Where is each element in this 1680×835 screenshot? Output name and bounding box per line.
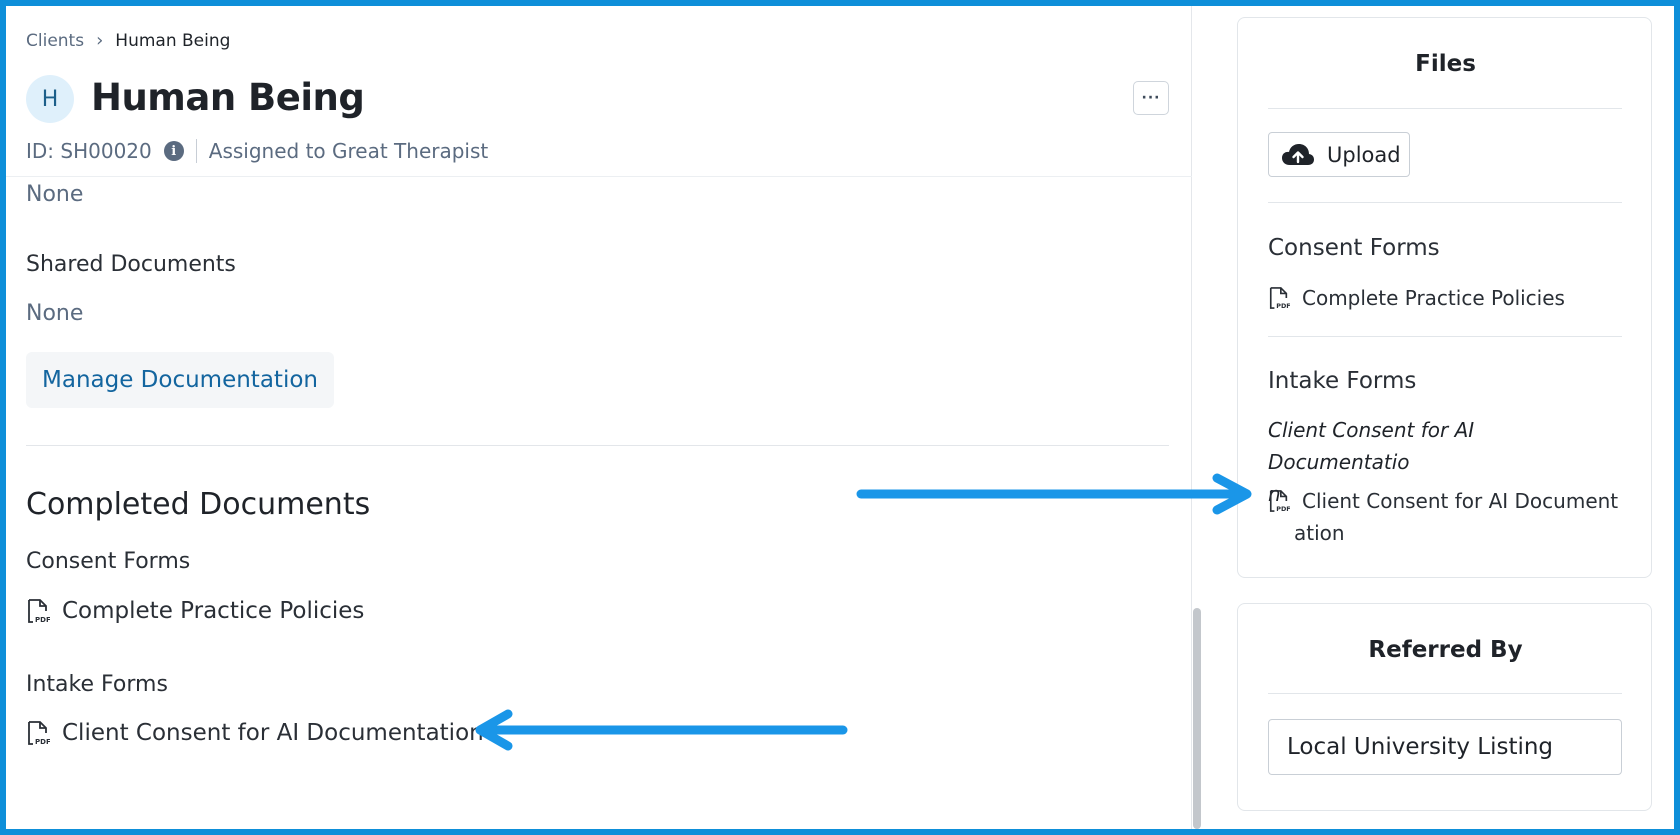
more-horizontal-icon: ··· — [1141, 90, 1161, 106]
files-consent-forms-label: Consent Forms — [1268, 235, 1440, 261]
shared-documents-none: None — [26, 301, 84, 326]
more-options-button[interactable]: ··· — [1133, 81, 1169, 115]
svg-text:PDF: PDF — [35, 738, 50, 746]
files-title-divider — [1268, 108, 1622, 109]
files-intake-document-line1: PDF Client Consent for AI Document — [1268, 485, 1622, 517]
consent-divider — [1268, 336, 1622, 337]
manage-documentation-button[interactable]: Manage Documentation — [26, 352, 334, 408]
client-id: ID: SH00020 — [26, 139, 152, 163]
client-meta: ID: SH00020 i Assigned to Great Therapis… — [26, 139, 488, 163]
referral-title-divider — [1268, 693, 1622, 694]
files-consent-document-link[interactable]: PDF Complete Practice Policies — [1268, 286, 1565, 310]
upload-divider — [1268, 202, 1622, 203]
files-card: Files Upload Consent Forms PDF Complete … — [1237, 17, 1652, 578]
consent-document-name: Complete Practice Policies — [62, 598, 365, 624]
breadcrumb: Clients › Human Being — [26, 30, 230, 51]
svg-text:PDF: PDF — [1276, 505, 1290, 513]
intake-document-link[interactable]: PDF Client Consent for AI Documentation — [26, 720, 484, 746]
files-intake-forms-label: Intake Forms — [1268, 368, 1417, 394]
consent-forms-label: Consent Forms — [26, 549, 191, 574]
meta-divider — [195, 139, 197, 163]
files-consent-document-name: Complete Practice Policies — [1302, 286, 1565, 310]
right-sidebar: Files Upload Consent Forms PDF Complete … — [1206, 6, 1674, 829]
intake-document-name: Client Consent for AI Documentation — [62, 720, 484, 746]
breadcrumb-current: Human Being — [115, 30, 231, 51]
consent-document-link[interactable]: PDF Complete Practice Policies — [26, 598, 364, 624]
upload-label: Upload — [1327, 142, 1401, 167]
svg-text:PDF: PDF — [35, 616, 50, 624]
pdf-file-icon: PDF — [28, 721, 50, 746]
assigned-therapist: Assigned to Great Therapist — [208, 139, 489, 163]
intake-form-title-line1: Client Consent for AI Documentatio — [1268, 418, 1475, 474]
avatar: H — [26, 75, 74, 123]
upload-button[interactable]: Upload — [1268, 132, 1410, 177]
scrollbar-thumb[interactable] — [1193, 608, 1201, 829]
files-intake-document-name-line2: ation — [1294, 521, 1345, 545]
referral-card: Referred By Local University Listing — [1237, 603, 1652, 811]
pdf-file-icon: PDF — [1269, 490, 1290, 513]
files-intake-document-link[interactable]: PDF Client Consent for AI Document ation — [1268, 485, 1622, 549]
shared-documents-label: Shared Documents — [26, 252, 236, 277]
chevron-right-icon: › — [96, 30, 104, 51]
section-divider — [26, 445, 1169, 446]
header-divider — [6, 176, 1192, 177]
completed-documents-title: Completed Documents — [26, 487, 371, 522]
client-detail-panel: Clients › Human Being H Human Being ··· … — [6, 6, 1201, 829]
pdf-file-icon: PDF — [28, 599, 50, 624]
intake-forms-label: Intake Forms — [26, 672, 168, 697]
referral-source-field[interactable]: Local University Listing — [1268, 719, 1622, 775]
documents-none: None — [26, 182, 84, 207]
info-icon[interactable]: i — [163, 141, 184, 161]
cloud-upload-icon — [1282, 143, 1314, 165]
app-frame: Clients › Human Being H Human Being ··· … — [6, 6, 1674, 829]
files-card-title: Files — [1415, 51, 1476, 77]
svg-text:PDF: PDF — [1276, 302, 1290, 310]
breadcrumb-clients-link[interactable]: Clients — [26, 31, 84, 51]
page-title: Human Being — [91, 76, 365, 119]
files-intake-document-name-line1: Client Consent for AI Document — [1302, 489, 1619, 513]
referral-card-title: Referred By — [1368, 637, 1523, 663]
pdf-file-icon: PDF — [1269, 287, 1290, 310]
